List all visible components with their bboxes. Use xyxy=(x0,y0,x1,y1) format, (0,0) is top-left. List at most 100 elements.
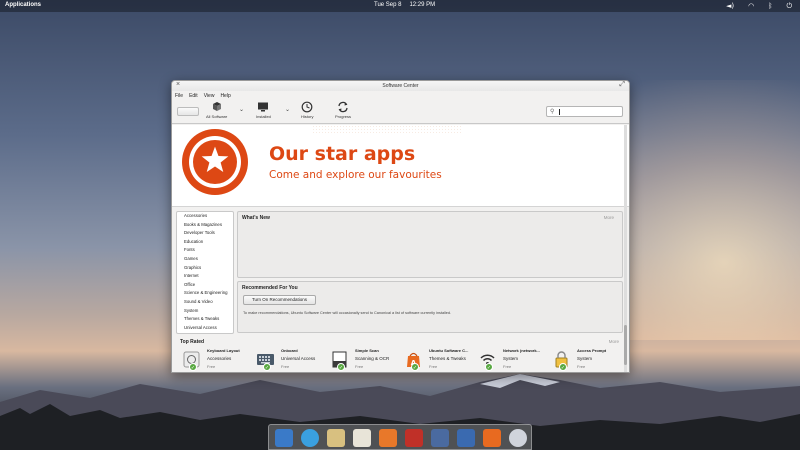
panel-clock[interactable]: Tue Sep 8 12:29 PM xyxy=(374,2,443,8)
back-forward-buttons[interactable] xyxy=(177,107,199,116)
menu-help[interactable]: Help xyxy=(220,93,230,99)
dock xyxy=(268,424,532,450)
videos-icon[interactable] xyxy=(405,429,423,447)
category-education[interactable]: Education xyxy=(177,238,233,247)
top-rated-more-link[interactable]: More xyxy=(609,339,619,344)
window-titlebar[interactable]: × Software Center ⤢ xyxy=(172,81,629,91)
refresh-icon xyxy=(338,101,348,113)
top-rated-heading: Top Rated xyxy=(180,339,205,345)
app-tile-keyboard-layout[interactable]: ✓ Keyboard Layout Accessories Free xyxy=(180,348,252,372)
app-category: Scanning & OCR xyxy=(355,356,390,361)
banner-pattern xyxy=(312,125,462,133)
software-center-window: × Software Center ⤢ File Edit View Help … xyxy=(171,80,630,373)
app-category: System xyxy=(503,356,519,361)
app-name: Access Prompt xyxy=(577,348,607,353)
system-tray: ◄) ◠ ᛒ ⏻ xyxy=(726,2,792,11)
category-developer-tools[interactable]: Developer Tools xyxy=(177,229,233,238)
banner-subline: Come and explore our favourites xyxy=(269,169,442,181)
category-fonts[interactable]: Fonts xyxy=(177,246,233,255)
wifi-icon[interactable]: ◠ xyxy=(748,2,754,11)
whats-new-more-link[interactable]: More xyxy=(604,215,614,220)
banner-headline: Our star apps xyxy=(269,143,416,165)
menu-file[interactable]: File xyxy=(175,93,183,99)
music-icon[interactable] xyxy=(379,429,397,447)
applications-menu[interactable]: Applications xyxy=(5,2,41,8)
recommended-panel: Recommended For You Turn On Recommendati… xyxy=(237,281,623,333)
mail-icon[interactable] xyxy=(327,429,345,447)
app-price: Free xyxy=(207,364,216,369)
menu-edit[interactable]: Edit xyxy=(189,93,198,99)
star-badge-icon xyxy=(182,129,248,195)
clock-icon xyxy=(301,101,313,113)
app-price: Free xyxy=(503,364,512,369)
category-system[interactable]: System xyxy=(177,307,233,316)
power-icon[interactable]: ⏻ xyxy=(786,2,792,11)
app-price: Free xyxy=(577,364,586,369)
progress-button[interactable]: Progress xyxy=(335,101,351,119)
installed-button[interactable]: Installed xyxy=(256,101,271,119)
category-sound-video[interactable]: Sound & Video xyxy=(177,298,233,307)
content-scrollbar[interactable] xyxy=(624,125,627,372)
category-books-magazines[interactable]: Books & Magazines xyxy=(177,221,233,230)
toolbar: All Software ⌄ Installed ⌄ History Progr… xyxy=(172,100,629,124)
category-universal-access[interactable]: Universal Access xyxy=(177,324,233,333)
top-panel: Applications Tue Sep 8 12:29 PM ◄) ◠ ᛒ ⏻ xyxy=(0,0,800,12)
web-browser-icon[interactable] xyxy=(301,429,319,447)
window-title: Software Center xyxy=(382,83,419,89)
volume-icon[interactable]: ◄) xyxy=(726,2,734,11)
app-name: Keyboard Layout xyxy=(207,348,240,353)
turn-on-recommendations-button[interactable]: Turn On Recommendations xyxy=(243,295,316,305)
installed-check-icon: ✓ xyxy=(263,363,271,371)
featured-banner[interactable]: Our star apps Come and explore our favou… xyxy=(172,125,629,207)
app-tile-network[interactable]: ✓ Network (network... System Free xyxy=(476,348,548,372)
app-category: Universal Access xyxy=(281,356,316,361)
app-price: Free xyxy=(355,364,364,369)
all-software-label: All Software xyxy=(206,114,228,119)
recommended-heading: Recommended For You xyxy=(242,285,298,291)
app-category: Accessories xyxy=(207,356,232,361)
chevron-down-icon[interactable]: ⌄ xyxy=(239,106,244,113)
all-software-button[interactable]: All Software xyxy=(206,101,227,119)
app-name: Simple Scan xyxy=(355,348,379,353)
app-tile-ubuntu-software-center[interactable]: A ✓ Ubuntu Software C... Themes & Tweaks… xyxy=(402,348,474,372)
scrollbar-thumb[interactable] xyxy=(624,325,627,365)
disc-icon[interactable] xyxy=(509,429,527,447)
monitor-icon xyxy=(258,102,269,112)
categories-list: Accessories Books & Magazines Developer … xyxy=(176,211,234,334)
installed-label: Installed xyxy=(256,114,271,119)
panel-date: Tue Sep 8 xyxy=(374,2,402,8)
app-tile-onboard[interactable]: ✓ Onboard Universal Access Free xyxy=(254,348,326,372)
installed-check-icon: ✓ xyxy=(337,363,345,371)
search-field[interactable]: ⚲ xyxy=(546,106,623,117)
search-icon: ⚲ xyxy=(550,109,555,115)
chevron-down-icon[interactable]: ⌄ xyxy=(285,106,290,113)
category-accessories[interactable]: Accessories xyxy=(177,212,233,221)
installed-check-icon: ✓ xyxy=(189,363,197,371)
app-tile-access-prompt[interactable]: ✓ Access Prompt System Free xyxy=(550,348,622,372)
category-games[interactable]: Games xyxy=(177,255,233,264)
search-input[interactable] xyxy=(559,108,619,116)
photos-icon[interactable] xyxy=(431,429,449,447)
settings-icon[interactable] xyxy=(457,429,475,447)
category-internet[interactable]: Internet xyxy=(177,272,233,281)
app-name: Ubuntu Software C... xyxy=(429,348,469,353)
app-price: Free xyxy=(281,364,290,369)
installed-check-icon: ✓ xyxy=(559,363,567,371)
menu-view[interactable]: View xyxy=(204,93,215,99)
app-name: Onboard xyxy=(281,348,298,353)
installed-check-icon: ✓ xyxy=(411,363,419,371)
multitasking-view-icon[interactable] xyxy=(275,429,293,447)
maximize-icon[interactable]: ⤢ xyxy=(619,81,625,89)
app-tile-simple-scan[interactable]: ✓ Simple Scan Scanning & OCR Free xyxy=(328,348,400,372)
whats-new-panel: What's New More xyxy=(237,211,623,278)
history-button[interactable]: History xyxy=(301,101,313,119)
whats-new-heading: What's New xyxy=(242,215,270,221)
category-themes-tweaks[interactable]: Themes & Tweaks xyxy=(177,315,233,324)
app-name: Network (network... xyxy=(503,348,540,353)
category-science-engineering[interactable]: Science & Engineering xyxy=(177,289,233,298)
calendar-icon[interactable] xyxy=(353,429,371,447)
bluetooth-icon[interactable]: ᛒ xyxy=(768,2,772,11)
category-graphics[interactable]: Graphics xyxy=(177,264,233,273)
app-center-icon[interactable] xyxy=(483,429,501,447)
category-office[interactable]: Office xyxy=(177,281,233,290)
